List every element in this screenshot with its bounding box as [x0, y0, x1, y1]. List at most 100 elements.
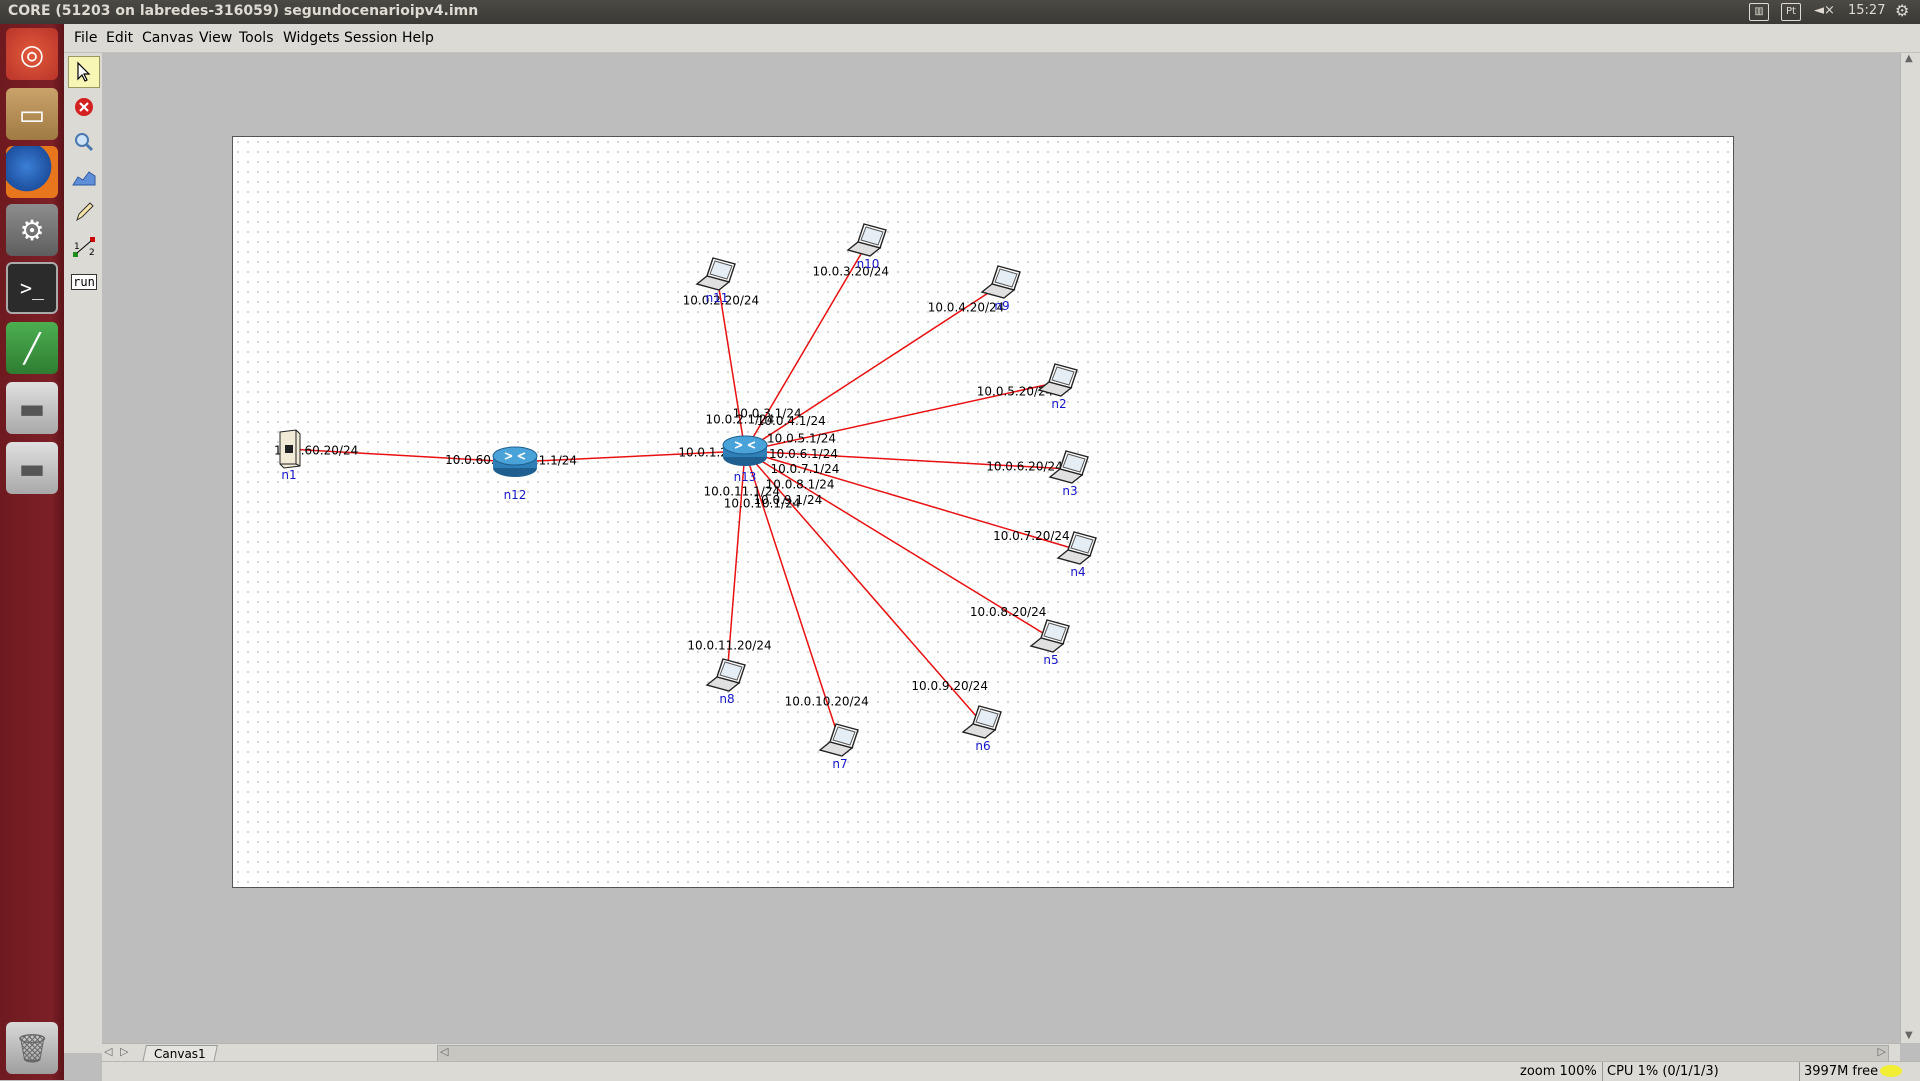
link-address-label: 10.0.7.1/24 [770, 462, 839, 476]
indicator-icon[interactable]: ▥ [1749, 3, 1769, 21]
plot-tool-button[interactable] [68, 161, 100, 193]
scroll-left-icon[interactable]: ◁ [440, 1045, 448, 1058]
link-number-2: 2 [89, 248, 95, 258]
observer-tool-button[interactable] [68, 126, 100, 158]
menu-bar: File Edit Canvas View Tools Widgets Sess… [64, 24, 1920, 53]
top-panel: CORE (51203 on labredes-316059) segundoc… [0, 0, 1920, 24]
zoom-status: zoom 100% [1520, 1064, 1597, 1079]
memory-status: 3997M free [1804, 1064, 1879, 1079]
menu-widgets[interactable]: Widgets [283, 30, 340, 46]
node-label: n4 [1070, 565, 1085, 579]
core-gui-icon[interactable]: ╱ [6, 322, 58, 374]
node-label: n7 [832, 757, 847, 771]
link-address-label: 10.0.4.1/24 [757, 414, 826, 428]
node-n5[interactable]: n5 [1029, 619, 1070, 667]
node-label: n9 [994, 299, 1009, 313]
tab-canvas1-label: Canvas1 [154, 1047, 206, 1061]
chart-icon [72, 171, 96, 186]
laptop-icon [695, 257, 736, 291]
terminal-icon[interactable]: >_ [6, 262, 58, 314]
node-n12[interactable]: n12 [492, 446, 538, 502]
router-icon [492, 446, 538, 477]
next-canvas-icon[interactable]: ▷ [120, 1045, 128, 1058]
menu-canvas[interactable]: Canvas [142, 30, 193, 46]
node-n8[interactable]: n8 [705, 658, 746, 706]
keyboard-layout-indicator[interactable]: Pt [1781, 3, 1801, 21]
laptop-icon [846, 223, 887, 257]
menu-help[interactable]: Help [402, 30, 434, 46]
link-address-label: 10.0.8.20/24 [970, 605, 1047, 619]
stop-icon [75, 98, 93, 116]
laptop-icon [1029, 619, 1070, 653]
node-n1[interactable]: n1 [279, 429, 301, 482]
node-label: n2 [1051, 397, 1066, 411]
stop-session-button[interactable] [68, 91, 100, 123]
node-label: n1 [281, 468, 296, 482]
node-label: n3 [1062, 484, 1077, 498]
pointer-icon [77, 61, 91, 82]
disk-drive-icon[interactable]: ▬ [6, 442, 58, 494]
two-node-icon: 1 2 [73, 237, 95, 258]
prev-canvas-icon[interactable]: ◁ [104, 1045, 112, 1058]
two-node-tool-button[interactable]: 1 2 [68, 231, 100, 263]
scroll-right-icon[interactable]: ▷ [1878, 1045, 1886, 1058]
router-icon [722, 435, 768, 466]
node-label: n11 [706, 291, 729, 305]
node-label: n12 [504, 488, 527, 502]
menu-session[interactable]: Session [344, 30, 397, 46]
topology-svg[interactable]: 10.0.60.20/2410.0.60.1/2410.0.1.1/2410.0… [233, 137, 1733, 887]
run-tool-button[interactable]: run [68, 266, 100, 298]
menu-view[interactable]: View [199, 30, 232, 46]
gear-icon[interactable]: ⚙ [1895, 1, 1909, 20]
link-address-label: 10.0.5.1/24 [767, 432, 836, 446]
node-n7[interactable]: n7 [818, 723, 859, 771]
laptop-icon [1037, 363, 1078, 397]
node-label: n6 [975, 739, 990, 753]
link-address-label: 10.0.11.20/24 [687, 638, 771, 652]
laptop-icon [980, 265, 1021, 299]
laptop-icon [705, 658, 746, 692]
pen-icon [76, 202, 94, 222]
horizontal-scrollbar[interactable]: ◁ ▷ [437, 1045, 1889, 1062]
system-settings-icon[interactable]: ⚙ [6, 204, 58, 256]
link-address-label: 10.0.9.20/24 [911, 679, 988, 693]
node-label: n5 [1043, 653, 1058, 667]
node-label: n10 [857, 257, 880, 271]
trash-icon[interactable]: 🗑 [6, 1022, 58, 1074]
speaker-mute-icon[interactable]: ◄× [1814, 3, 1835, 18]
window-title: CORE (51203 on labredes-316059) segundoc… [8, 3, 479, 19]
cpu-indicator-icon [1880, 1065, 1902, 1077]
menu-file[interactable]: File [74, 30, 97, 46]
link-address-label: 10.0.4.20/24 [928, 300, 1005, 314]
firefox-icon[interactable] [6, 146, 58, 198]
scroll-down-icon[interactable]: ▼ [1905, 1030, 1913, 1041]
run-label: run [71, 274, 97, 290]
node-label: n8 [719, 692, 734, 706]
laptop-icon [961, 705, 1002, 739]
toolbar: 1 2 run [64, 53, 103, 1053]
magnifier-icon [75, 133, 94, 152]
menu-edit[interactable]: Edit [106, 30, 133, 46]
file-manager-icon[interactable]: ▭ [6, 88, 58, 140]
link-address-label: 10.0.6.1/24 [769, 447, 838, 461]
launcher: ◎ ▭ ⚙ >_ ╱ ▬ ▬ 🗑 [0, 24, 64, 1080]
node-n2[interactable]: n2 [1037, 363, 1078, 411]
clock[interactable]: 15:27 [1848, 3, 1885, 18]
canvas-viewport[interactable]: 10.0.60.20/24 10.0.60.1/24 10.0.1.1/24 10.0… [102, 53, 1900, 1043]
ubuntu-dash-icon[interactable]: ◎ [6, 28, 58, 80]
cpu-status: CPU 1% (0/1/1/3) [1607, 1064, 1719, 1079]
topology-canvas[interactable]: 10.0.60.20/24 10.0.60.1/24 10.0.1.1/24 10.0… [232, 136, 1734, 888]
scroll-up-icon[interactable]: ▲ [1905, 53, 1913, 64]
node-n3[interactable]: n3 [1048, 450, 1089, 498]
select-tool-button[interactable] [68, 56, 100, 88]
menu-tools[interactable]: Tools [239, 30, 274, 46]
node-n6[interactable]: n6 [961, 705, 1002, 753]
server-icon [279, 429, 301, 469]
marker-tool-button[interactable] [68, 196, 100, 228]
vertical-scrollbar[interactable]: ▲ ▼ [1900, 53, 1920, 1043]
link-number-1: 1 [74, 242, 80, 252]
link-address-label: 10.0.6.20/24 [986, 459, 1063, 473]
disk-drive-icon[interactable]: ▬ [6, 382, 58, 434]
node-n13[interactable]: n13 [722, 435, 768, 484]
status-bar: zoom 100% CPU 1% (0/1/1/3) 3997M free [102, 1061, 1920, 1081]
